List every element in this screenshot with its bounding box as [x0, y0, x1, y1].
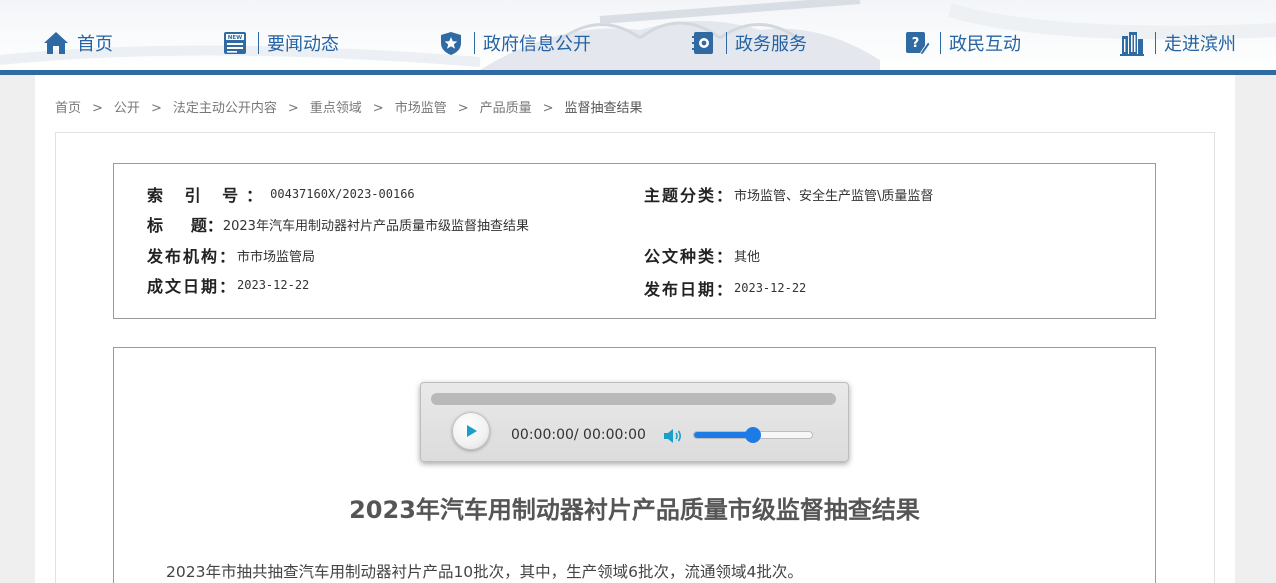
nav-label: 要闻动态	[267, 34, 339, 55]
meta-value-doctype: 其他	[734, 249, 761, 265]
svg-text:?: ?	[912, 36, 920, 51]
site-header: 首页 NEW 要闻动态 政府信息公开 政务服务 ? 政民互动 走进滨州	[0, 0, 1276, 75]
audio-player: 00:00:00/ 00:00:00	[420, 382, 849, 462]
volume-knob[interactable]	[745, 427, 761, 443]
meta-row-written-date: 成文日期： 2023-12-22	[147, 273, 309, 297]
building-icon	[1120, 32, 1144, 56]
meta-value-topic: 市场监管、安全生产监管\质量监督	[734, 188, 934, 204]
meta-row-index: 索 引 号： 00437160X/2023-00166	[147, 182, 415, 206]
breadcrumb-separator: >	[287, 101, 299, 116]
breadcrumb-current: 监督抽查结果	[564, 101, 643, 116]
meta-value-index: 00437160X/2023-00166	[270, 187, 415, 201]
meta-label: 发布日期：	[644, 280, 735, 299]
nav-item-services[interactable]: 政务服务	[690, 28, 807, 58]
breadcrumb-item[interactable]: 重点领域	[310, 97, 362, 116]
breadcrumb-item[interactable]: 产品质量	[480, 97, 532, 116]
article-box: 00:00:00/ 00:00:00 2023年汽车用制动器衬片产品质量市级监督…	[113, 347, 1156, 583]
badge-icon	[441, 32, 461, 55]
play-button[interactable]	[452, 412, 490, 450]
audio-progress-bar[interactable]	[431, 393, 836, 405]
service-book-icon	[692, 32, 713, 54]
meta-row-publish-date: 发布日期： 2023-12-22	[644, 276, 806, 300]
nav-separator	[474, 32, 475, 54]
meta-label: 成文日期：	[147, 277, 238, 296]
nav-item-interaction[interactable]: ? 政民互动	[904, 28, 1021, 58]
breadcrumb-separator: >	[457, 101, 469, 116]
meta-value-title: 2023年汽车用制动器衬片产品质量市级监督抽查结果	[222, 218, 529, 234]
meta-label: 标 题：	[147, 216, 223, 235]
breadcrumb: 首页 > 公开 > 法定主动公开内容 > 重点领域 > 市场监管 > 产品质量 > 监督抽查结果	[55, 97, 643, 116]
meta-value-publish-date: 2023-12-22	[734, 281, 807, 295]
main-panel: 首页 > 公开 > 法定主动公开内容 > 重点领域 > 市场监管 > 产品质量 > 监督抽查结果 索 引…	[35, 75, 1235, 583]
article-title: 2023年汽车用制动器衬片产品质量市级监督抽查结果	[349, 496, 920, 524]
content-frame: 索 引 号： 00437160X/2023-00166 主题分类： 市场监管、安…	[55, 132, 1215, 583]
home-icon	[44, 32, 68, 54]
meta-row-org: 发布机构： 市市场监管局	[147, 243, 315, 267]
header-bridge-decoration	[0, 0, 1276, 70]
edit-icon: ?	[906, 32, 930, 56]
breadcrumb-item[interactable]: 法定主动公开内容	[173, 97, 277, 116]
nav-label: 政务服务	[735, 34, 807, 55]
breadcrumb-separator: >	[92, 101, 103, 116]
nav-item-gov-info[interactable]: 政府信息公开	[438, 28, 591, 58]
nav-separator	[258, 32, 259, 54]
breadcrumb-item[interactable]: 公开	[114, 97, 140, 116]
meta-label: 发布机构：	[147, 247, 238, 266]
breadcrumb-item[interactable]: 首页	[55, 97, 81, 116]
nav-label: 走进滨州	[1164, 34, 1236, 55]
nav-item-about-binzhou[interactable]: 走进滨州	[1119, 28, 1236, 58]
breadcrumb-separator: >	[372, 101, 384, 116]
meta-row-doctype: 公文种类： 其他	[644, 243, 760, 267]
svg-text:NEW: NEW	[228, 35, 242, 41]
nav-item-news[interactable]: NEW 要闻动态	[222, 28, 339, 58]
meta-value-org: 市市场监管局	[237, 249, 316, 265]
nav-separator	[940, 32, 941, 54]
article-paragraph: 2023年市抽共抽查汽车用制动器衬片产品10批次，其中，生产领域6批次，流通领域…	[166, 563, 803, 581]
breadcrumb-separator: >	[150, 101, 162, 116]
nav-label: 首页	[77, 34, 113, 55]
meta-label: 公文种类：	[644, 247, 735, 266]
nav-separator	[726, 32, 727, 54]
play-icon	[467, 425, 477, 437]
nav-separator	[1155, 32, 1156, 54]
nav-label: 政民互动	[949, 34, 1021, 55]
meta-row-title: 标 题： 2023年汽车用制动器衬片产品质量市级监督抽查结果	[147, 212, 529, 236]
meta-value-written-date: 2023-12-22	[237, 278, 310, 292]
meta-label: 主题分类：	[644, 186, 735, 205]
news-icon: NEW	[224, 32, 246, 54]
breadcrumb-separator: >	[542, 101, 554, 116]
breadcrumb-item[interactable]: 市场监管	[395, 97, 447, 116]
meta-label: 索 引 号：	[147, 186, 271, 205]
volume-slider[interactable]	[693, 427, 813, 443]
speaker-icon[interactable]	[662, 427, 684, 445]
document-meta-table: 索 引 号： 00437160X/2023-00166 主题分类： 市场监管、安…	[113, 163, 1156, 319]
nav-item-home[interactable]: 首页	[43, 28, 113, 58]
meta-row-topic: 主题分类： 市场监管、安全生产监管\质量监督	[644, 182, 933, 206]
audio-time: 00:00:00/ 00:00:00	[511, 427, 646, 443]
nav-label: 政府信息公开	[483, 34, 591, 55]
